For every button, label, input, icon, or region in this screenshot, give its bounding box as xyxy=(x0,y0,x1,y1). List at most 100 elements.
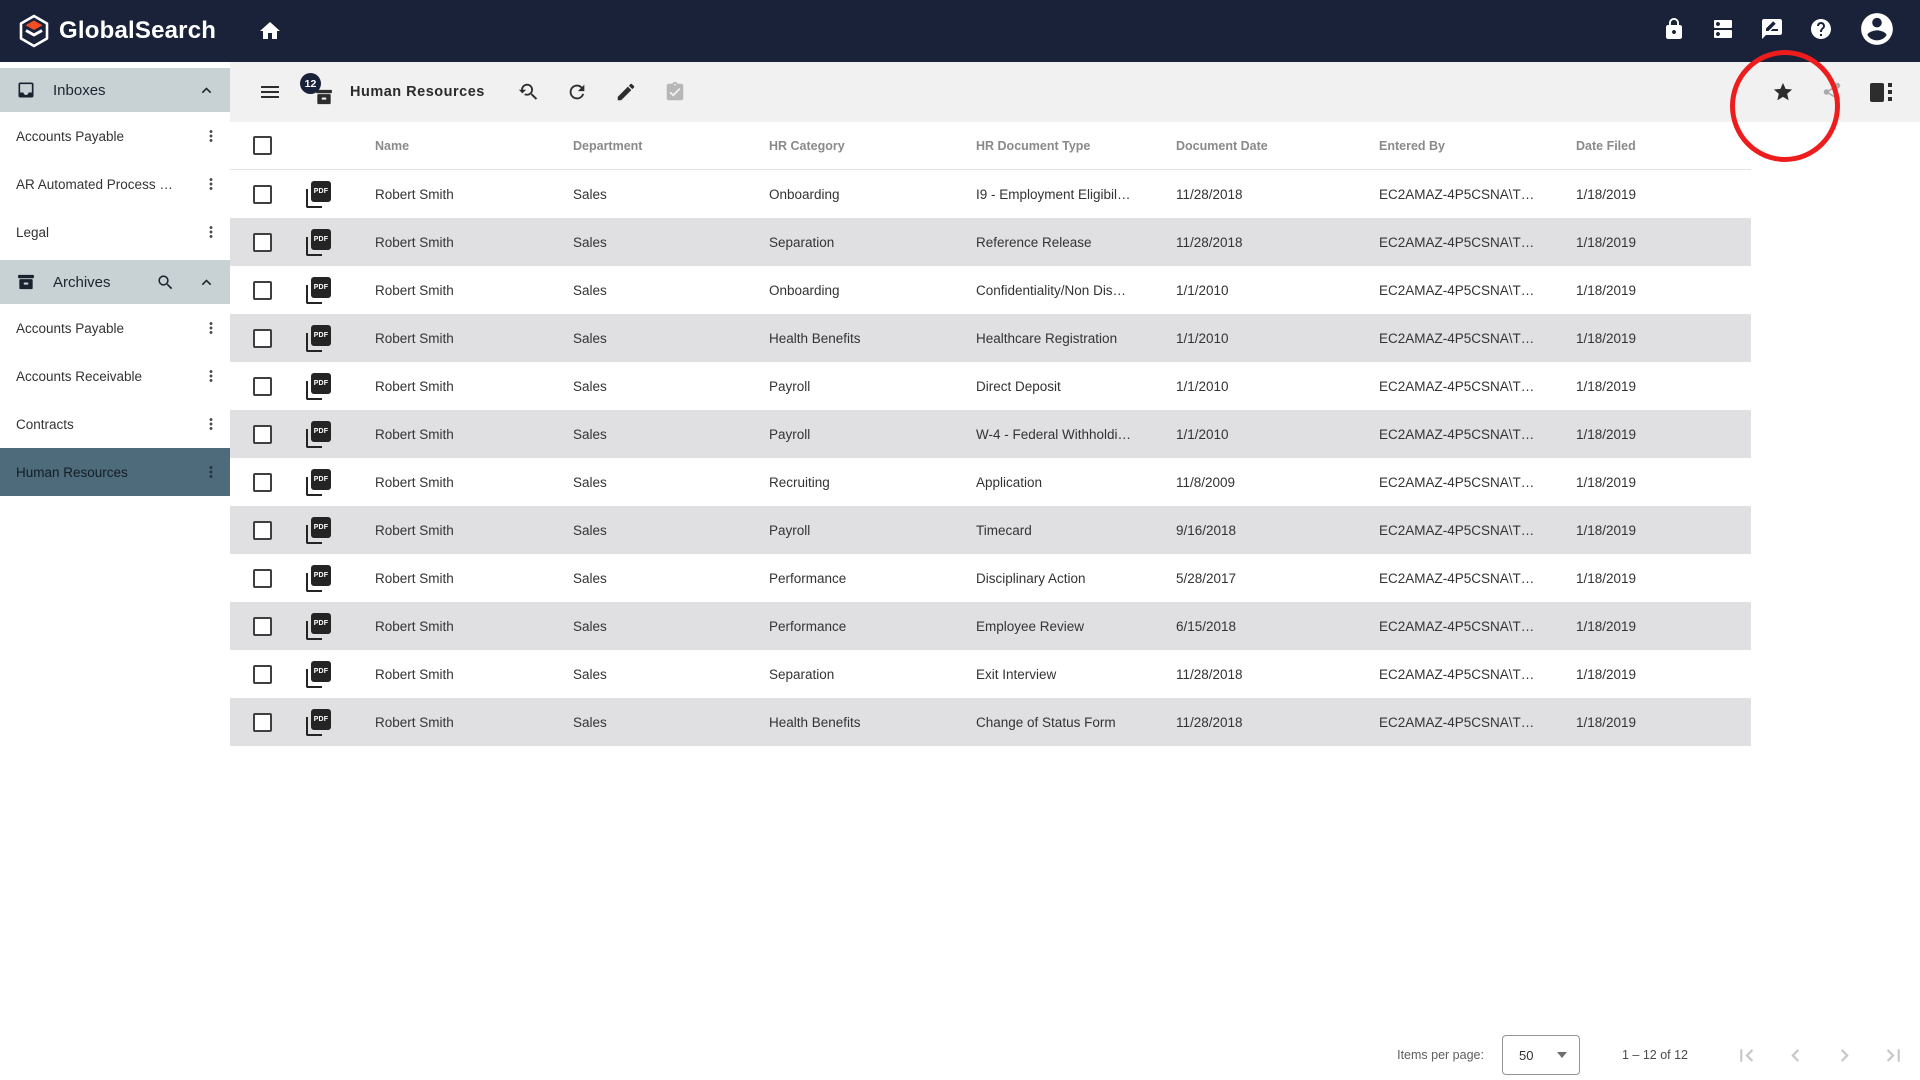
help-icon[interactable] xyxy=(1809,17,1833,46)
cell-entered_by: EC2AMAZ-4P5CSNA\T… xyxy=(1379,427,1576,442)
previous-page-icon xyxy=(1783,1043,1808,1068)
table-row[interactable]: PDF Robert SmithSalesHealth BenefitsChan… xyxy=(230,698,1751,746)
cell-department: Sales xyxy=(573,235,769,250)
kebab-menu-icon[interactable] xyxy=(202,463,220,481)
select-all-checkbox[interactable] xyxy=(253,136,272,155)
row-checkbox[interactable] xyxy=(253,281,272,300)
table-row[interactable]: PDF Robert SmithSalesSeparationReference… xyxy=(230,218,1751,266)
row-checkbox[interactable] xyxy=(253,713,272,732)
search-again-icon[interactable] xyxy=(517,81,539,103)
queues-icon[interactable] xyxy=(1711,17,1735,46)
sidebar-item[interactable]: Contracts xyxy=(0,400,230,448)
items-per-page-label: Items per page: xyxy=(1397,1048,1484,1062)
table-row[interactable]: PDF Robert SmithSalesRecruitingApplicati… xyxy=(230,458,1751,506)
row-checkbox[interactable] xyxy=(253,377,272,396)
menu-icon[interactable] xyxy=(258,80,282,104)
pdf-icon[interactable]: PDF xyxy=(306,277,331,304)
chevron-up-icon[interactable] xyxy=(197,273,216,292)
kebab-menu-icon[interactable] xyxy=(202,127,220,145)
pdf-icon[interactable]: PDF xyxy=(306,421,331,448)
row-checkbox[interactable] xyxy=(253,617,272,636)
cell-entered_by: EC2AMAZ-4P5CSNA\T… xyxy=(1379,667,1576,682)
inbox-icon xyxy=(16,80,36,100)
section-label: Archives xyxy=(53,274,156,291)
sidebar-section-archives[interactable]: Archives xyxy=(0,260,230,304)
cell-date_filed: 1/18/2019 xyxy=(1576,667,1751,682)
tasks-icon xyxy=(664,81,686,103)
result-count-badge[interactable]: 12 xyxy=(304,77,334,107)
cell-doc_type: Direct Deposit xyxy=(976,379,1176,394)
pdf-icon[interactable]: PDF xyxy=(306,325,331,352)
sidebar-section-inboxes[interactable]: Inboxes xyxy=(0,68,230,112)
refresh-icon[interactable] xyxy=(566,81,588,103)
cell-department: Sales xyxy=(573,379,769,394)
cell-doc_type: Employee Review xyxy=(976,619,1176,634)
share-icon xyxy=(1821,81,1843,103)
kebab-menu-icon[interactable] xyxy=(202,175,220,193)
kebab-menu-icon[interactable] xyxy=(202,415,220,433)
table-row[interactable]: PDF Robert SmithSalesPayrollDirect Depos… xyxy=(230,362,1751,410)
sidebar-item[interactable]: Accounts Payable xyxy=(0,112,230,160)
cell-department: Sales xyxy=(573,331,769,346)
edit-icon[interactable] xyxy=(615,81,637,103)
table-row[interactable]: PDF Robert SmithSalesSeparationExit Inte… xyxy=(230,650,1751,698)
pdf-icon[interactable]: PDF xyxy=(306,517,331,544)
row-checkbox[interactable] xyxy=(253,665,272,684)
pdf-icon[interactable]: PDF xyxy=(306,565,331,592)
cell-category: Payroll xyxy=(769,427,976,442)
table-row[interactable]: PDF Robert SmithSalesPerformanceEmployee… xyxy=(230,602,1751,650)
kebab-menu-icon[interactable] xyxy=(202,223,220,241)
column-header[interactable]: Document Date xyxy=(1176,139,1379,153)
table-row[interactable]: PDF Robert SmithSalesPerformanceDiscipli… xyxy=(230,554,1751,602)
column-header[interactable]: HR Document Type xyxy=(976,139,1176,153)
table-row[interactable]: PDF Robert SmithSalesOnboardingConfident… xyxy=(230,266,1751,314)
feedback-icon[interactable] xyxy=(1760,17,1784,46)
chevron-up-icon[interactable] xyxy=(197,81,216,100)
pdf-icon[interactable]: PDF xyxy=(306,709,331,736)
results-toolbar: 12 Human Resources xyxy=(230,62,1920,122)
table-row[interactable]: PDF Robert SmithSalesOnboardingI9 - Empl… xyxy=(230,170,1751,218)
row-checkbox[interactable] xyxy=(253,185,272,204)
table-row[interactable]: PDF Robert SmithSalesPayrollW-4 - Federa… xyxy=(230,410,1751,458)
home-icon[interactable] xyxy=(258,19,282,43)
table-row[interactable]: PDF Robert SmithSalesHealth BenefitsHeal… xyxy=(230,314,1751,362)
pdf-icon[interactable]: PDF xyxy=(306,613,331,640)
sidebar-item[interactable]: Accounts Receivable xyxy=(0,352,230,400)
sidebar-item[interactable]: AR Automated Process … xyxy=(0,160,230,208)
account-avatar-icon[interactable] xyxy=(1858,10,1896,53)
column-header[interactable]: Department xyxy=(573,139,769,153)
table-row[interactable]: PDF Robert SmithSalesPayrollTimecard9/16… xyxy=(230,506,1751,554)
kebab-menu-icon[interactable] xyxy=(202,367,220,385)
favorite-star-icon[interactable] xyxy=(1772,81,1794,103)
cell-entered_by: EC2AMAZ-4P5CSNA\T… xyxy=(1379,571,1576,586)
sidebar-item[interactable]: Human Resources xyxy=(0,448,230,496)
row-checkbox[interactable] xyxy=(253,473,272,492)
row-checkbox[interactable] xyxy=(253,521,272,540)
search-icon[interactable] xyxy=(156,273,175,292)
cell-doc_type: Confidentiality/Non Dis… xyxy=(976,283,1176,298)
cell-entered_by: EC2AMAZ-4P5CSNA\T… xyxy=(1379,379,1576,394)
row-checkbox[interactable] xyxy=(253,233,272,252)
cell-date_filed: 1/18/2019 xyxy=(1576,475,1751,490)
kebab-menu-icon[interactable] xyxy=(202,319,220,337)
pdf-icon[interactable]: PDF xyxy=(306,373,331,400)
preview-pane-icon[interactable] xyxy=(1870,83,1892,102)
cell-doc_type: Timecard xyxy=(976,523,1176,538)
cell-category: Performance xyxy=(769,571,976,586)
column-header[interactable]: Entered By xyxy=(1379,139,1576,153)
column-header[interactable]: Date Filed xyxy=(1576,139,1751,153)
sidebar-item[interactable]: Accounts Payable xyxy=(0,304,230,352)
column-header[interactable]: HR Category xyxy=(769,139,976,153)
column-header[interactable]: Name xyxy=(375,139,573,153)
row-checkbox[interactable] xyxy=(253,425,272,444)
pdf-icon[interactable]: PDF xyxy=(306,661,331,688)
pdf-icon[interactable]: PDF xyxy=(306,181,331,208)
row-checkbox[interactable] xyxy=(253,329,272,348)
lock-icon[interactable] xyxy=(1662,17,1686,46)
pdf-icon[interactable]: PDF xyxy=(306,229,331,256)
main-area: 12 Human Resources NameDepartmentHR Cate… xyxy=(230,62,1920,1080)
pdf-icon[interactable]: PDF xyxy=(306,469,331,496)
page-size-select[interactable]: 50 xyxy=(1502,1035,1580,1075)
sidebar-item[interactable]: Legal xyxy=(0,208,230,256)
row-checkbox[interactable] xyxy=(253,569,272,588)
